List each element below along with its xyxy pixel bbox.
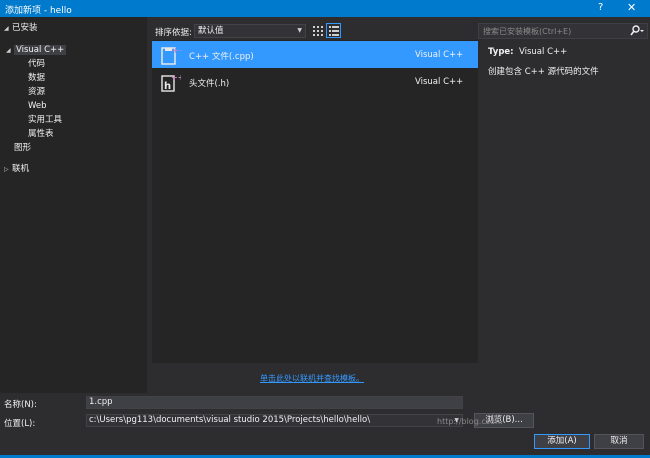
tree-item-web[interactable]: Web: [28, 100, 47, 113]
list-view-button[interactable]: [326, 23, 341, 38]
tree-item-code[interactable]: 代码: [28, 58, 45, 71]
tree-item-data[interactable]: 数据: [28, 72, 45, 85]
cpp-file-icon: ++: [161, 46, 181, 65]
location-label: 位置(L):: [4, 419, 36, 429]
search-box: [478, 23, 648, 39]
name-input[interactable]: 1.cpp: [86, 396, 463, 409]
template-list: ++ C++ 文件(.cpp) Visual C++ h ++ 头文件(.h) …: [152, 40, 478, 363]
svg-text:++: ++: [171, 73, 181, 82]
svg-text:h: h: [164, 81, 171, 92]
tree-item-graphics[interactable]: 图形: [14, 142, 31, 155]
svg-text:++: ++: [172, 46, 181, 55]
online-templates-link[interactable]: 单击此处以联机并查找模板。: [260, 373, 364, 384]
expanded-arrow-icon: ◢: [4, 25, 9, 32]
window-title: 添加新项 - hello: [5, 6, 72, 16]
add-button[interactable]: 添加(A): [534, 434, 590, 449]
search-icon[interactable]: [629, 25, 645, 37]
template-item-cpp[interactable]: ++ C++ 文件(.cpp) Visual C++: [152, 41, 478, 68]
list-view-icon: [329, 26, 339, 36]
name-label: 名称(N):: [4, 400, 37, 410]
grid-view-icon: [313, 26, 323, 36]
tree-item-utility[interactable]: 实用工具: [28, 114, 62, 127]
help-button[interactable]: ?: [598, 2, 603, 13]
close-button[interactable]: ✕: [627, 1, 636, 14]
tree-item-visual-cpp[interactable]: ◢ Visual C++: [6, 44, 67, 57]
location-value: c:\Users\pg113\documents\visual studio 2…: [89, 415, 371, 425]
category-tree: ◢ 已安装 ◢ Visual C++ 代码 数据 资源 Web 实用工具 属性表 图…: [0, 17, 147, 393]
header-file-icon: h ++: [161, 73, 181, 92]
tree-item-property-sheets[interactable]: 属性表: [28, 128, 54, 141]
tree-item-online[interactable]: ▷ 联机: [4, 163, 29, 176]
template-type: Type: Visual C++: [488, 47, 568, 57]
template-description: 创建包含 C++ 源代码的文件: [488, 67, 599, 77]
expanded-arrow-icon: ◢: [6, 47, 11, 54]
template-item-header[interactable]: h ++ 头文件(.h) Visual C++: [152, 68, 478, 95]
tree-item-resource[interactable]: 资源: [28, 86, 45, 99]
search-input[interactable]: [479, 24, 627, 38]
sort-label: 排序依据:: [155, 28, 192, 38]
template-details: Type: Visual C++ 创建包含 C++ 源代码的文件: [478, 40, 650, 363]
dropdown-arrow-icon: ▼: [297, 27, 302, 34]
location-dropdown[interactable]: c:\Users\pg113\documents\visual studio 2…: [86, 414, 463, 427]
small-icons-view-button[interactable]: [310, 23, 325, 38]
title-bar: 添加新项 - hello ? ✕: [0, 0, 650, 17]
tree-item-installed[interactable]: ◢ 已安装: [4, 22, 38, 35]
collapsed-arrow-icon: ▷: [4, 166, 9, 173]
sort-dropdown[interactable]: 默认值 ▼: [194, 24, 306, 38]
cancel-button[interactable]: 取消: [594, 434, 644, 449]
watermark: http://blog.csdn.: [437, 417, 503, 426]
sort-value: 默认值: [198, 26, 224, 36]
